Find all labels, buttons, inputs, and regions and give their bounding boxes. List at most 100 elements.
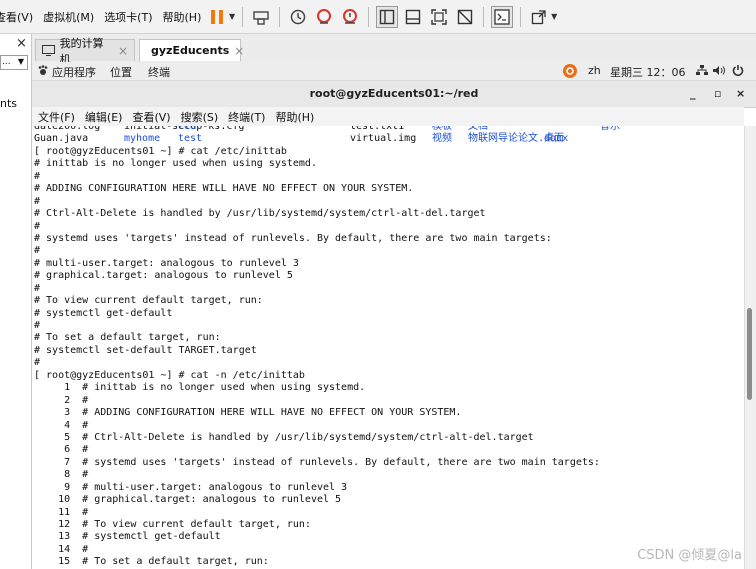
output-line: # bbox=[34, 320, 41, 331]
menu-edit[interactable]: 编辑(E) bbox=[79, 109, 127, 125]
listing-entry: red bbox=[178, 126, 197, 132]
terminal-output[interactable]: date200.log initial-setup-ks.cfg red test.t… bbox=[32, 126, 744, 569]
library-view-icon[interactable] bbox=[376, 5, 399, 28]
power-icon[interactable] bbox=[732, 64, 744, 79]
library-item-label[interactable]: nts bbox=[0, 97, 17, 110]
maximize-button[interactable]: ▫ bbox=[714, 87, 721, 100]
terminal-titlebar[interactable]: root@gyzEducents01:~/red _ ▫ × bbox=[32, 81, 756, 108]
listing-row: Guan.java myhome test virtual.img 视频 物联网导论论文.… bbox=[32, 133, 744, 145]
close-button[interactable]: × bbox=[736, 87, 745, 100]
gnome-foot-icon bbox=[38, 65, 48, 79]
listing-row: date200.log initial-setup-ks.cfg red test.t… bbox=[32, 126, 744, 133]
menu-view[interactable]: 查看(V) bbox=[126, 109, 174, 125]
output-line: 2 # bbox=[34, 394, 89, 406]
chevron-down-icon: ▼ bbox=[17, 57, 24, 66]
close-icon[interactable]: × bbox=[118, 44, 128, 58]
output-line: # bbox=[34, 357, 41, 369]
library-pane bbox=[0, 34, 32, 569]
menu-help[interactable]: 帮助(H) bbox=[158, 9, 207, 25]
output-line: 1 # inittab is no longer used when using… bbox=[34, 382, 366, 394]
output-line: # bbox=[34, 220, 41, 232]
output-line: # bbox=[34, 195, 41, 207]
applications-menu[interactable]: 应用程序 bbox=[52, 64, 96, 80]
toolbar-divider bbox=[279, 6, 281, 27]
tab-my-computer[interactable]: 我的计算机 × bbox=[35, 37, 135, 66]
terminal-menu-bar: 文件(F) 编辑(E) 查看(V) 搜索(S) 终端(T) 帮助(H) bbox=[32, 107, 744, 126]
output-line: # bbox=[34, 282, 41, 294]
shell-prompt: [ root@gyzEducents01 ~] # cat -n /etc/in… bbox=[34, 369, 305, 381]
output-line: 6 # bbox=[34, 444, 89, 456]
output-line: 4 # bbox=[34, 419, 89, 431]
chevron-down-icon[interactable]: ▼ bbox=[229, 12, 235, 21]
fullscreen-icon[interactable] bbox=[428, 6, 450, 28]
vmware-menu-bar: 查看(V) 虚拟机(M) 选项卡(T) 帮助(H) bbox=[0, 0, 206, 33]
listing-entry: 桌面 bbox=[544, 133, 564, 145]
listing-entry: test.txt1 bbox=[350, 126, 405, 132]
network-icon[interactable] bbox=[696, 65, 708, 79]
unity-icon[interactable] bbox=[454, 6, 476, 28]
tab-gyzeducents[interactable]: gyzEducents × bbox=[139, 39, 244, 61]
menu-vm[interactable]: 虚拟机(M) bbox=[38, 9, 99, 25]
listing-entry: test bbox=[178, 133, 203, 145]
output-line: 13 # systemctl get-default bbox=[34, 531, 221, 543]
output-line: 7 # systemd uses 'targets' instead of ru… bbox=[34, 456, 600, 468]
pause-icon[interactable] bbox=[206, 6, 228, 28]
snapshot-icon[interactable] bbox=[287, 6, 309, 28]
library-close-icon[interactable]: × bbox=[16, 36, 27, 51]
listing-entry: virtual.img bbox=[350, 133, 417, 145]
output-line: 5 # Ctrl-Alt-Delete is handled by /usr/l… bbox=[34, 431, 534, 443]
toolbar-divider bbox=[483, 6, 485, 27]
manage-snapshots-icon[interactable] bbox=[339, 6, 361, 28]
ubuntu-icon[interactable] bbox=[562, 63, 578, 82]
window-title: root@gyzEducents01:~/red bbox=[309, 87, 479, 100]
scrollbar-thumb[interactable] bbox=[747, 308, 752, 400]
tab-label: gyzEducents bbox=[151, 44, 230, 57]
output-line: 3 # ADDING CONFIGURATION HERE WILL HAVE … bbox=[34, 407, 462, 419]
menu-file[interactable]: 文件(F) bbox=[32, 109, 79, 125]
output-line: # To set a default target, run: bbox=[34, 332, 221, 344]
csdn-watermark: CSDN @倾夏@la bbox=[637, 548, 742, 563]
menu-help[interactable]: 帮助(H) bbox=[269, 109, 318, 125]
language-indicator[interactable]: zh bbox=[588, 64, 601, 77]
thumbnail-icon[interactable] bbox=[402, 6, 424, 28]
toolbar-divider bbox=[520, 6, 522, 27]
send-keys-icon[interactable] bbox=[250, 6, 272, 28]
menu-terminal[interactable]: 终端(T) bbox=[222, 109, 269, 125]
library-search-value: ... bbox=[2, 57, 11, 67]
listing-entry: date200.log bbox=[34, 126, 101, 132]
output-line: 8 # bbox=[34, 469, 89, 481]
output-line: # To view current default target, run: bbox=[34, 295, 263, 307]
output-line: 10 # graphical.target: analogous to runl… bbox=[34, 494, 342, 506]
terminal-app-menu[interactable]: 终端 bbox=[148, 64, 170, 80]
places-menu[interactable]: 位置 bbox=[110, 64, 132, 80]
output-line: # graphical.target: analogous to runleve… bbox=[34, 270, 293, 282]
menu-tabs[interactable]: 选项卡(T) bbox=[99, 9, 157, 25]
output-line: # systemctl set-default TARGET.target bbox=[34, 344, 257, 356]
terminal-lines: date200.log initial-setup-ks.cfg red test.t… bbox=[32, 126, 744, 569]
output-line: 9 # multi-user.target: analogous to runl… bbox=[34, 481, 348, 493]
gnome-top-bar: 应用程序 位置 终端 zh 星期三 12：06 bbox=[32, 62, 756, 81]
listing-entry: Guan.java bbox=[34, 133, 89, 145]
output-line: # systemctl get-default bbox=[34, 307, 173, 319]
close-icon[interactable]: × bbox=[234, 44, 244, 58]
chevron-down-icon[interactable]: ▼ bbox=[551, 12, 557, 21]
console-icon[interactable] bbox=[491, 5, 514, 28]
menu-search[interactable]: 搜索(S) bbox=[175, 109, 223, 125]
listing-entry: 视频 bbox=[432, 133, 452, 145]
clock[interactable]: 星期三 12：06 bbox=[610, 64, 686, 80]
menu-view[interactable]: 查看(V) bbox=[0, 9, 38, 25]
output-line: # bbox=[34, 245, 41, 257]
minimize-button[interactable]: _ bbox=[690, 87, 696, 100]
vmware-tool-buttons: ▼ ▼ bbox=[206, 4, 557, 29]
shell-prompt: [ root@gyzEducents01 ~] # cat /etc/initt… bbox=[34, 145, 287, 157]
output-line: 12 # To view current default target, run… bbox=[34, 519, 311, 530]
output-line: # Ctrl-Alt-Delete is handled by /usr/lib… bbox=[34, 208, 486, 220]
output-line: 11 # bbox=[34, 506, 89, 518]
library-search-dropdown[interactable]: ... ▼ bbox=[0, 55, 28, 70]
stretch-icon[interactable] bbox=[528, 6, 550, 28]
toolbar-divider bbox=[242, 6, 244, 27]
computer-icon bbox=[42, 45, 55, 56]
revert-snapshot-icon[interactable] bbox=[313, 6, 335, 28]
toolbar-divider bbox=[368, 6, 370, 27]
volume-icon[interactable] bbox=[713, 65, 726, 79]
